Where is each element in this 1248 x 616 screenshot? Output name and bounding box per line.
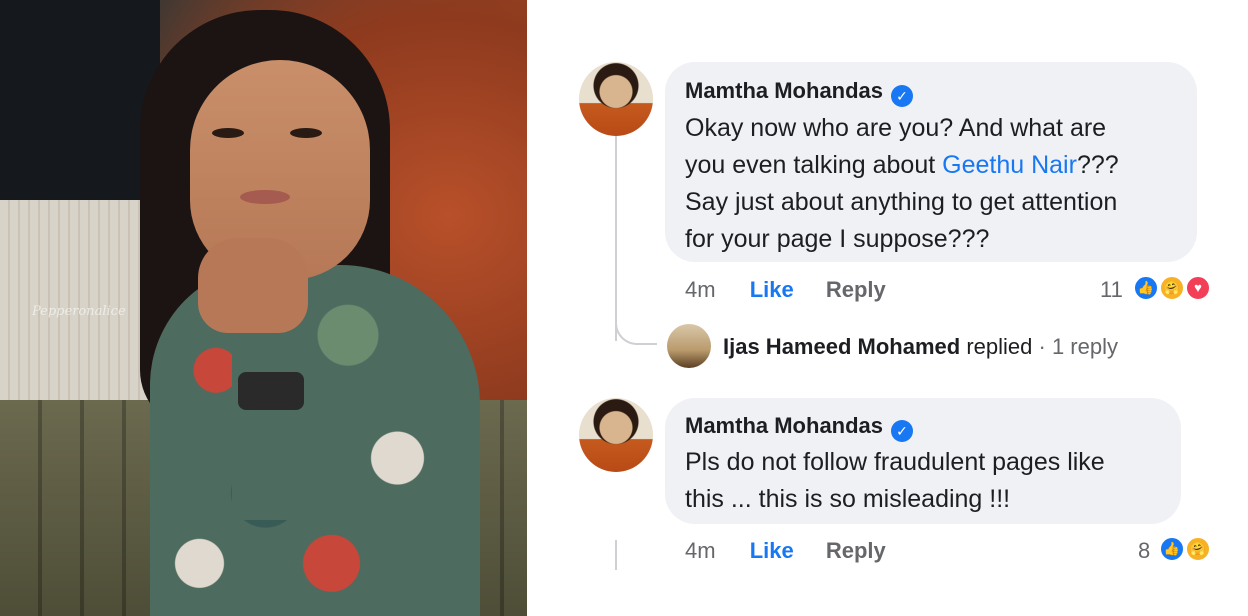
avatar[interactable]: [579, 398, 653, 472]
avatar[interactable]: [667, 324, 711, 368]
comment-author[interactable]: Mamtha Mohandas ✓: [685, 413, 914, 442]
like-reaction-icon: 👍: [1133, 275, 1159, 301]
author-name[interactable]: Mamtha Mohandas: [685, 413, 883, 438]
reaction-count[interactable]: 8: [1138, 538, 1150, 564]
comment-actions: 4m Like Reply: [685, 538, 886, 564]
smartwatch: [238, 372, 304, 410]
comment-line: you even talking about Geethu Nair???: [685, 151, 1119, 179]
thread-connector: [615, 305, 657, 345]
care-reaction-icon: 🤗: [1185, 536, 1211, 562]
lips: [240, 190, 290, 204]
comment-text: Pls do not follow fraudulent pages like …: [685, 444, 1175, 518]
photo-watermark: Pepperonalice: [32, 304, 126, 319]
comment-time[interactable]: 4m: [685, 277, 716, 302]
care-reaction-icon: 🤗: [1159, 275, 1185, 301]
love-reaction-icon: ♥: [1185, 275, 1211, 301]
comment-line: Pls do not follow fraudulent pages like: [685, 448, 1105, 476]
comment-line: Okay now who are you? And what are: [685, 114, 1107, 142]
verified-badge-icon: ✓: [891, 85, 914, 107]
reply-button[interactable]: Reply: [826, 538, 886, 563]
replied-label: replied: [966, 334, 1033, 359]
comment-line: this ... this is so misleading !!!: [685, 485, 1011, 513]
avatar[interactable]: [579, 62, 653, 136]
reply-count[interactable]: 1 reply: [1052, 334, 1118, 359]
left-eye: [212, 128, 244, 138]
background-tv: [0, 0, 160, 200]
right-eye: [290, 128, 322, 138]
reply-button[interactable]: Reply: [826, 277, 886, 302]
arm: [232, 320, 302, 520]
verified-badge-icon: ✓: [891, 420, 914, 442]
thread-line: [615, 540, 617, 570]
like-button[interactable]: Like: [750, 538, 794, 563]
comment-line: Say just about anything to get attention: [685, 188, 1118, 216]
replies-summary[interactable]: Ijas Hameed Mohamed replied · 1 reply: [723, 334, 1118, 360]
mention-link[interactable]: Geethu Nair: [942, 151, 1077, 179]
comment-text: Okay now who are you? And what are you e…: [685, 110, 1185, 258]
reaction-count[interactable]: 11: [1100, 277, 1123, 303]
comment-time[interactable]: 4m: [685, 538, 716, 563]
fist: [198, 238, 308, 333]
author-name[interactable]: Mamtha Mohandas: [685, 78, 883, 103]
like-button[interactable]: Like: [750, 277, 794, 302]
replier-name[interactable]: Ijas Hameed Mohamed: [723, 334, 960, 359]
comment-line: for your page I suppose???: [685, 225, 990, 253]
separator: ·: [1038, 334, 1046, 359]
like-reaction-icon: 👍: [1159, 536, 1185, 562]
camo-jacket: [150, 265, 480, 616]
comment-actions: 4m Like Reply: [685, 277, 886, 303]
comment-author[interactable]: Mamtha Mohandas ✓: [685, 78, 914, 107]
profile-photo: Pepperonalice: [0, 0, 527, 616]
